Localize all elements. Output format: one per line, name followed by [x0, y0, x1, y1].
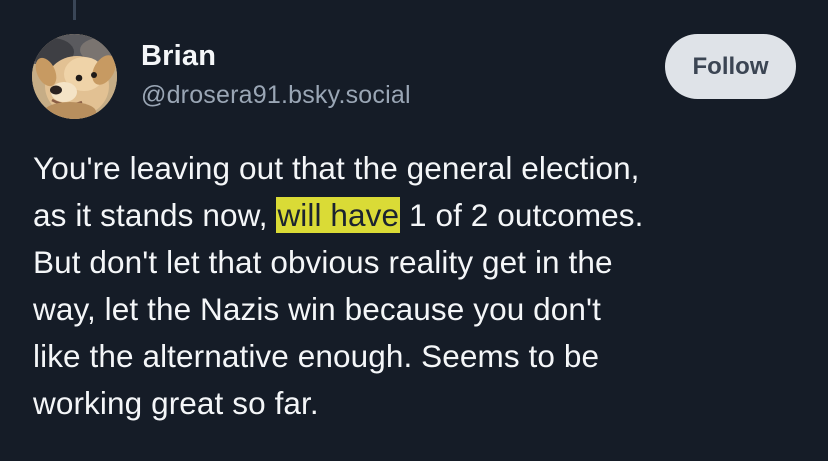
- post-text-line: But don't let that obvious reality get i…: [33, 244, 613, 280]
- post-text-line: You're leaving out that the general elec…: [33, 150, 640, 186]
- highlighted-text: will have: [276, 197, 401, 233]
- follow-button[interactable]: Follow: [665, 34, 796, 99]
- post-text-line: as it stands now, will have 1 of 2 outco…: [33, 192, 813, 239]
- post-text-line: working great so far.: [33, 385, 319, 421]
- post-text: You're leaving out that the general elec…: [33, 145, 813, 427]
- post-text-segment: 1 of 2 outcomes.: [400, 197, 644, 233]
- post-text-line: like the alternative enough. Seems to be: [33, 338, 600, 374]
- author-avatar[interactable]: [32, 34, 117, 119]
- author-handle[interactable]: @drosera91.bsky.social: [141, 79, 411, 111]
- dog-avatar-icon: [32, 34, 117, 119]
- author-info: Brian @drosera91.bsky.social: [141, 38, 411, 111]
- post-text-line: way, let the Nazis win because you don't: [33, 291, 601, 327]
- author-display-name[interactable]: Brian: [141, 38, 411, 74]
- post[interactable]: Brian @drosera91.bsky.social Follow You'…: [0, 0, 828, 461]
- post-text-segment: as it stands now,: [33, 197, 277, 233]
